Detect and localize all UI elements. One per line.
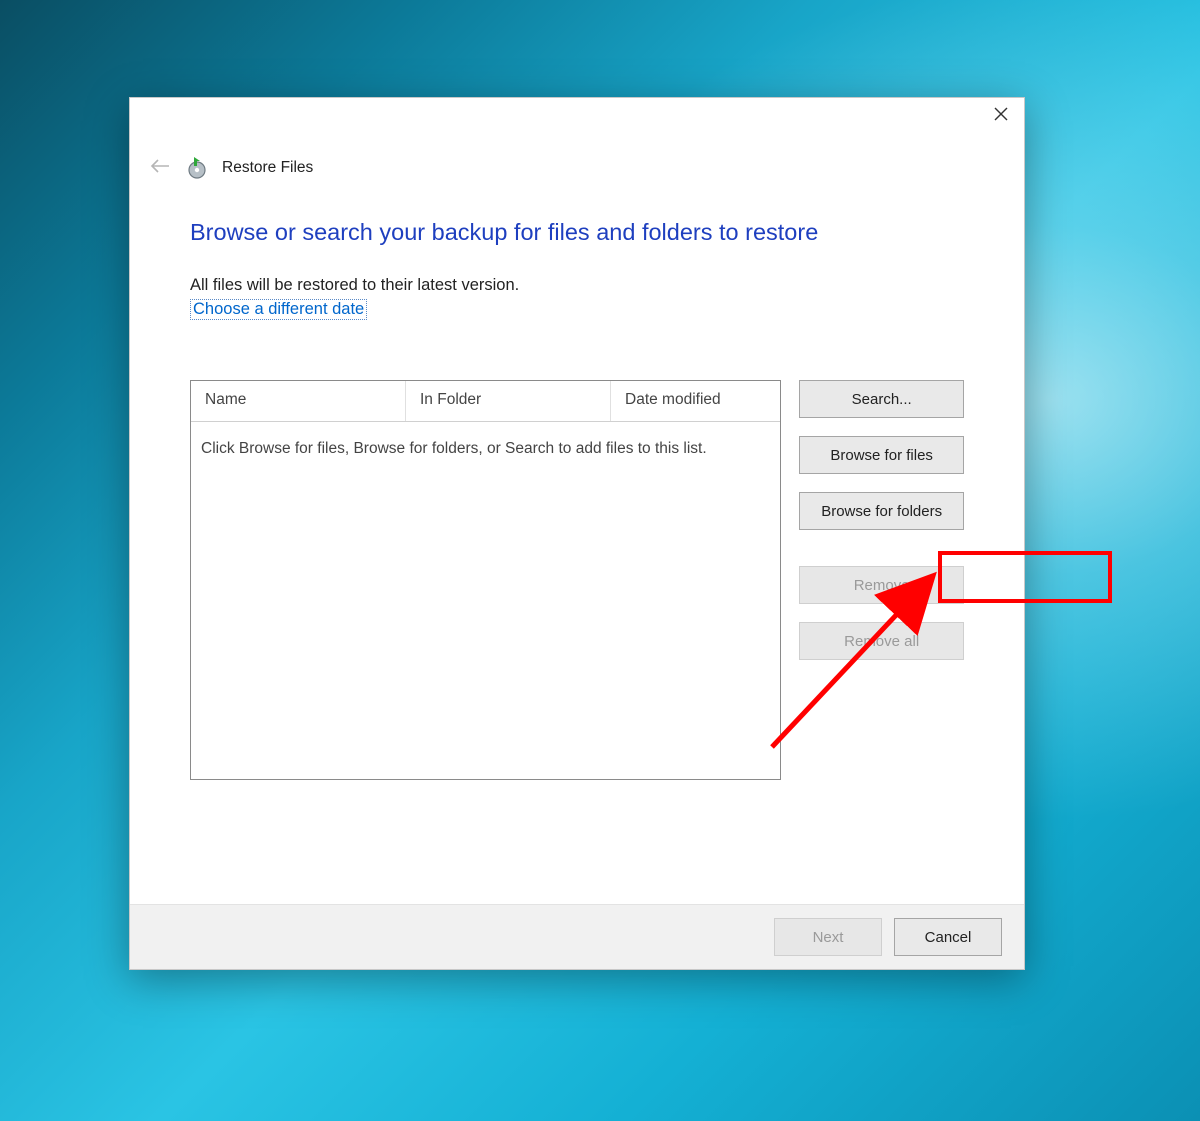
titlebar: [130, 98, 1024, 138]
back-arrow-icon: [150, 159, 170, 173]
close-icon: [994, 107, 1008, 121]
back-button[interactable]: [148, 156, 172, 179]
browse-folders-button[interactable]: Browse for folders: [799, 492, 964, 530]
side-button-group: Search... Browse for files Browse for fo…: [799, 380, 964, 660]
choose-date-link[interactable]: Choose a different date: [190, 299, 367, 320]
file-list-header: Name In Folder Date modified: [191, 381, 780, 422]
next-button: Next: [774, 918, 882, 956]
remove-all-button: Remove all: [799, 622, 964, 660]
column-modified[interactable]: Date modified: [611, 381, 780, 421]
restore-files-icon: [186, 157, 208, 179]
cancel-button[interactable]: Cancel: [894, 918, 1002, 956]
column-name[interactable]: Name: [191, 381, 406, 421]
desktop-background: Restore Files Browse or search your back…: [0, 0, 1200, 1121]
file-list[interactable]: Name In Folder Date modified Click Brows…: [190, 380, 781, 780]
close-button[interactable]: [978, 98, 1024, 130]
browse-files-button[interactable]: Browse for files: [799, 436, 964, 474]
dialog-content: Browse or search your backup for files a…: [130, 179, 1024, 904]
empty-list-message: Click Browse for files, Browse for folde…: [191, 422, 780, 476]
description-text: All files will be restored to their late…: [190, 276, 964, 295]
file-picker-area: Name In Folder Date modified Click Brows…: [190, 380, 964, 780]
search-button[interactable]: Search...: [799, 380, 964, 418]
page-heading: Browse or search your backup for files a…: [190, 219, 964, 246]
remove-button: Remove: [799, 566, 964, 604]
dialog-header: Restore Files: [130, 138, 1024, 179]
column-folder[interactable]: In Folder: [406, 381, 611, 421]
restore-files-dialog: Restore Files Browse or search your back…: [129, 97, 1025, 970]
dialog-title: Restore Files: [222, 159, 313, 177]
dialog-footer: Next Cancel: [130, 904, 1024, 969]
